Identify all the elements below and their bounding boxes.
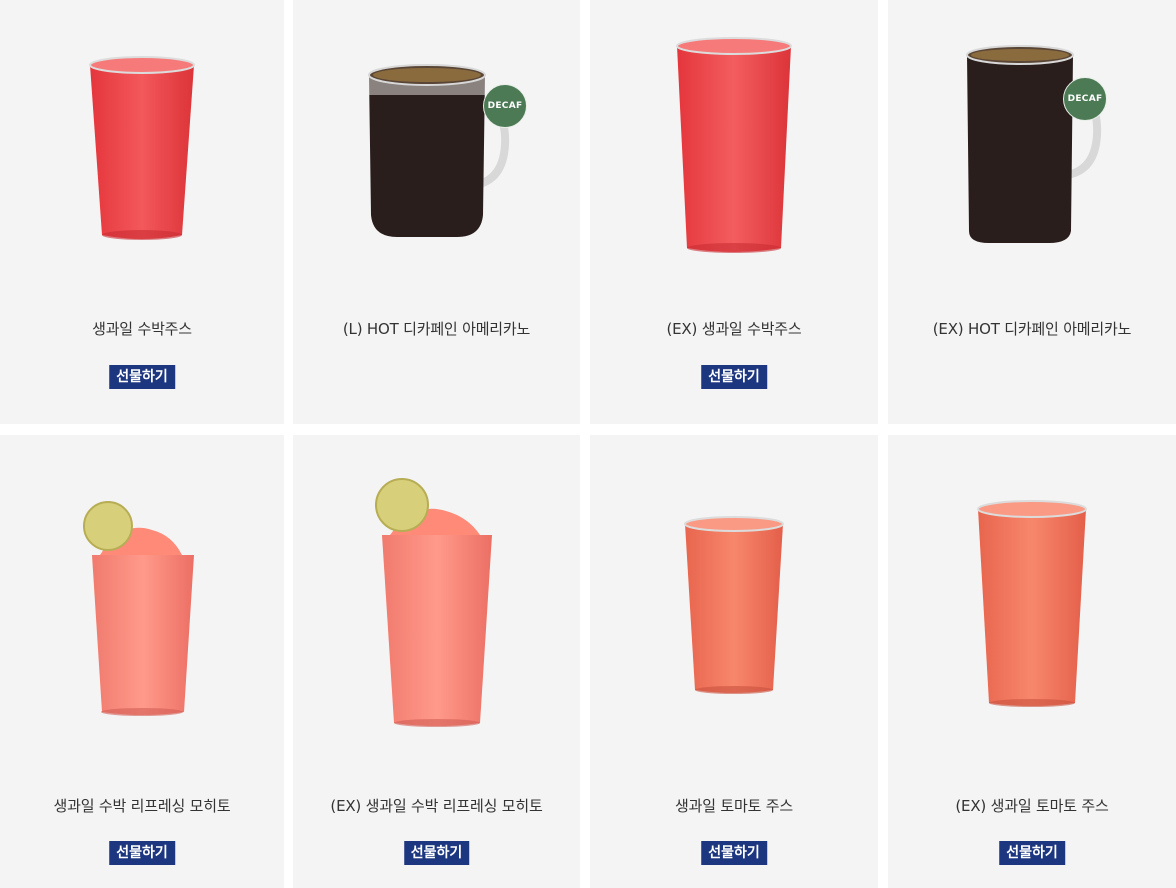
product-name[interactable]: (L) HOT 디카페인 아메리카노	[293, 318, 580, 339]
gift-button[interactable]: 선물하기	[109, 365, 175, 389]
product-card[interactable]: 생과일 수박주스 선물하기	[0, 0, 284, 424]
coffee-mug-icon	[367, 64, 509, 237]
product-image[interactable]	[888, 435, 1176, 775]
product-image[interactable]: DECAF	[888, 0, 1176, 290]
product-image[interactable]	[0, 435, 284, 775]
decaf-badge: DECAF	[483, 84, 527, 128]
product-grid: 생과일 수박주스 선물하기 DECAF (L) HOT 디카페인 아메리카노 (…	[0, 0, 1176, 888]
decaf-badge: DECAF	[1063, 77, 1107, 121]
watermelon-mojito-glass-icon	[374, 478, 492, 727]
watermelon-juice-glass-icon	[676, 37, 792, 253]
product-name[interactable]: 생과일 수박주스	[0, 318, 284, 339]
product-name[interactable]: (EX) HOT 디카페인 아메리카노	[888, 318, 1176, 339]
gift-button[interactable]: 선물하기	[701, 365, 767, 389]
product-card[interactable]: 생과일 토마토 주스 선물하기	[590, 435, 878, 888]
product-card[interactable]: (EX) 생과일 토마토 주스 선물하기	[888, 435, 1176, 888]
product-name[interactable]: (EX) 생과일 토마토 주스	[888, 795, 1176, 816]
product-card[interactable]: 생과일 수박 리프레싱 모히토 선물하기	[0, 435, 284, 888]
product-image[interactable]	[590, 0, 878, 290]
product-card[interactable]: DECAF (L) HOT 디카페인 아메리카노	[293, 0, 580, 424]
product-card[interactable]: (EX) 생과일 수박주스 선물하기	[590, 0, 878, 424]
product-name[interactable]: (EX) 생과일 수박 리프레싱 모히토	[293, 795, 580, 816]
watermelon-mojito-glass-icon	[83, 501, 194, 716]
product-image[interactable]	[590, 435, 878, 775]
product-name[interactable]: (EX) 생과일 수박주스	[590, 318, 878, 339]
product-name[interactable]: 생과일 수박 리프레싱 모히토	[0, 795, 284, 816]
product-card[interactable]: DECAF (EX) HOT 디카페인 아메리카노	[888, 0, 1176, 424]
coffee-mug-icon	[966, 45, 1102, 243]
gift-button[interactable]: 선물하기	[999, 841, 1065, 865]
tomato-juice-glass-icon	[684, 516, 784, 694]
tomato-juice-glass-icon	[977, 500, 1087, 707]
product-image[interactable]	[293, 435, 580, 775]
product-image[interactable]	[0, 0, 284, 290]
product-card[interactable]: (EX) 생과일 수박 리프레싱 모히토 선물하기	[293, 435, 580, 888]
gift-button[interactable]: 선물하기	[109, 841, 175, 865]
watermelon-juice-glass-icon	[89, 56, 195, 240]
product-image[interactable]: DECAF	[293, 0, 580, 290]
gift-button[interactable]: 선물하기	[403, 841, 470, 865]
gift-button[interactable]: 선물하기	[701, 841, 767, 865]
product-name[interactable]: 생과일 토마토 주스	[590, 795, 878, 816]
